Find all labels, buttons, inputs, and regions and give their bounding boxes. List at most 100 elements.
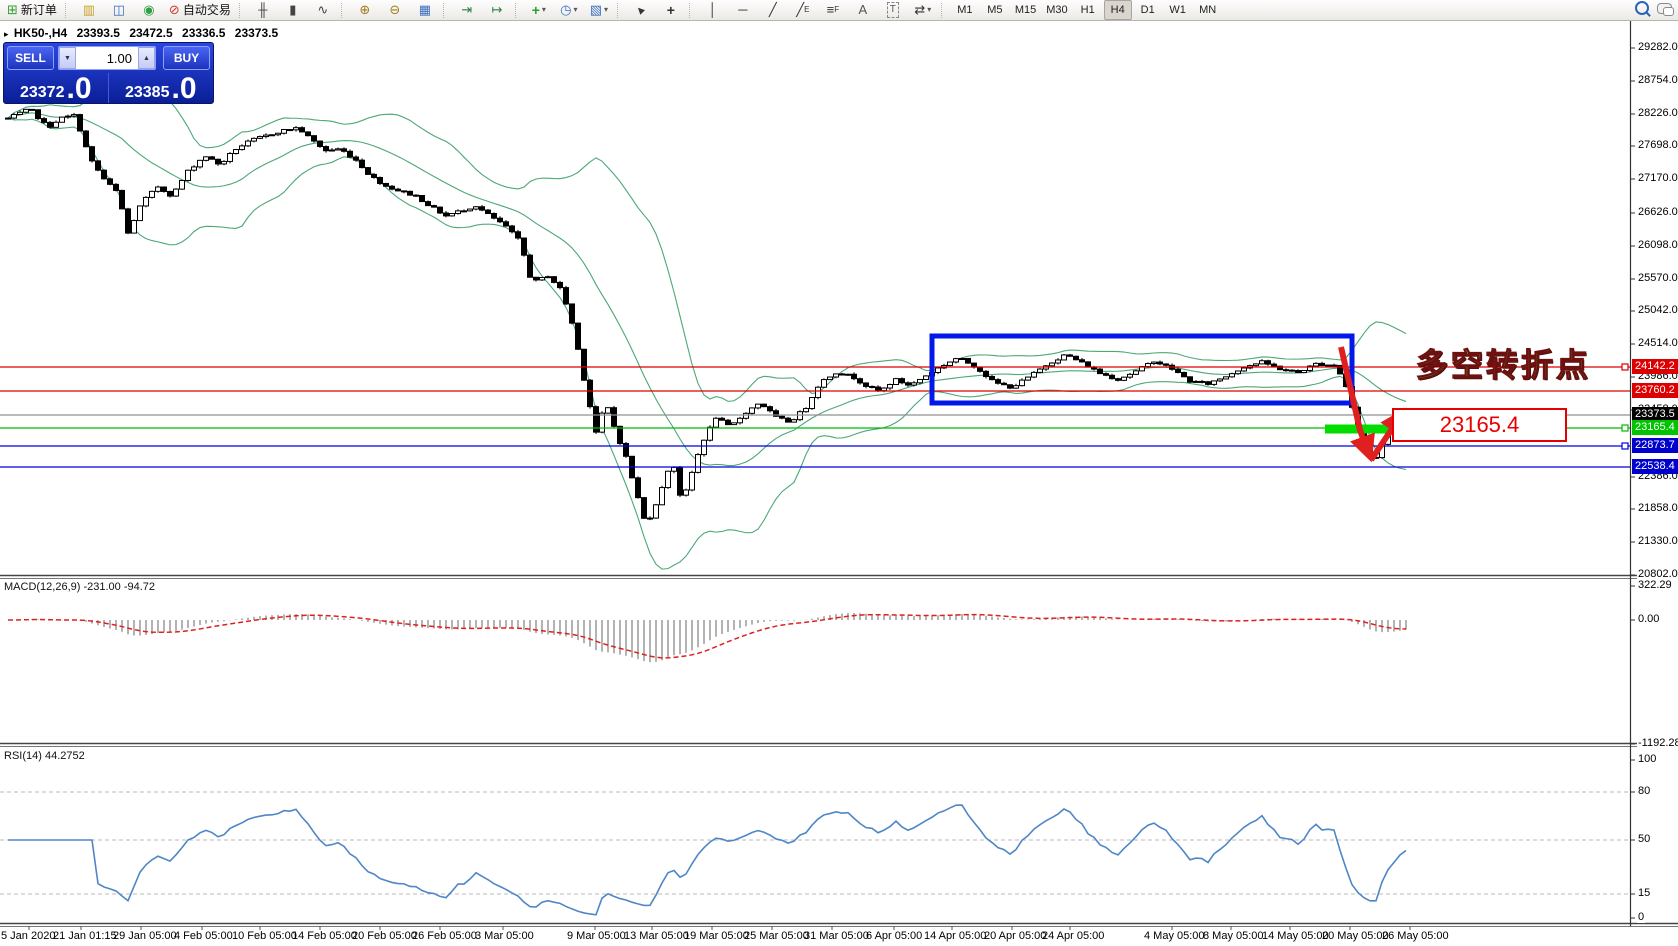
candle (1073, 355, 1079, 361)
timeframe-h4-button[interactable]: H4 (1103, 0, 1132, 20)
fibonacci-button[interactable]: ≡ F (819, 0, 847, 20)
rsi-axis-label: 100 (1637, 753, 1658, 765)
chat-icon (1657, 3, 1674, 16)
templates-button[interactable]: ▧ ▾ (585, 0, 613, 20)
timeframe-m15-button[interactable]: M15 (1011, 0, 1040, 20)
volume-increase-button[interactable]: ▲ (138, 47, 155, 69)
crosshair-button[interactable]: + (657, 0, 685, 20)
text-button[interactable]: A (849, 0, 877, 20)
trendline-button[interactable]: ╱ (759, 0, 787, 20)
time-axis-label: 5 Jan 2020 (1, 930, 56, 942)
toolbar-separator (940, 2, 947, 18)
candle (659, 487, 665, 506)
price-callout-23165[interactable]: 23165.4 (1392, 408, 1567, 442)
cursor-button[interactable]: ► (627, 0, 655, 20)
bar-chart-button[interactable]: ╫ (249, 0, 277, 20)
rsi-line (8, 804, 1407, 916)
candle (449, 213, 455, 217)
tile-windows-button[interactable]: ▦ (411, 0, 439, 20)
line-anchor-marker[interactable] (1621, 442, 1629, 450)
candle (1187, 376, 1193, 383)
price-axis-label: 28754.0 (1637, 74, 1678, 86)
candle (839, 373, 845, 376)
periods-button[interactable]: ◷ ▾ (555, 0, 583, 20)
text-icon: A (858, 2, 868, 17)
chart-canvas[interactable] (0, 0, 1678, 946)
candle (35, 109, 41, 120)
candlestick-chart-button[interactable]: ▮ (279, 0, 307, 20)
one-click-trading-panel: SELL ▼ 1.00 ▲ BUY 23372 .0 23385 .0 (3, 42, 214, 104)
timeframe-d1-button[interactable]: D1 (1134, 0, 1162, 20)
candle (1121, 376, 1127, 381)
hline-button[interactable]: ─ (729, 0, 757, 20)
toolbar-separator (616, 2, 623, 18)
time-axis-label: 14 Feb 05:00 (292, 930, 357, 942)
price-tag-23760.2[interactable]: 23760.2 (1632, 383, 1678, 398)
candle (815, 386, 821, 399)
toolbar-separator (238, 2, 245, 18)
chevron-down-icon: ▾ (927, 5, 932, 14)
autoscroll-icon: ↦ (491, 2, 503, 17)
sell-price[interactable]: 23372 .0 (4, 73, 109, 104)
buy-button[interactable]: BUY (163, 46, 210, 70)
shapes-button[interactable]: ⇄ ▾ (909, 0, 937, 20)
turning-point-annotation[interactable]: 多空转折点 (1415, 340, 1591, 386)
market-watch-button[interactable]: ◉ (135, 0, 163, 20)
buy-price[interactable]: 23385 .0 (109, 73, 214, 104)
candle (329, 149, 335, 152)
zoom-out-button[interactable]: ⊖ (381, 0, 409, 20)
price-tag-23165.4[interactable]: 23165.4 (1632, 420, 1678, 435)
line-chart-button[interactable]: ∿ (309, 0, 337, 20)
price-axis-label: 21330.0 (1637, 535, 1678, 547)
symbol-marker-icon: ▸ (4, 29, 9, 39)
sell-button[interactable]: SELL (7, 46, 54, 70)
autotrading-button[interactable]: ⊘ 自动交易 (165, 0, 235, 20)
price-tag-22538.4[interactable]: 22538.4 (1632, 459, 1678, 474)
candle (59, 116, 65, 123)
price-axis-label: 26098.0 (1637, 239, 1678, 251)
channel-button[interactable]: ╱ E (789, 0, 817, 20)
candle (323, 146, 329, 152)
price-tag-22873.7[interactable]: 22873.7 (1632, 438, 1678, 453)
candle (437, 206, 443, 214)
candle (989, 376, 995, 381)
time-axis-label: 13 Mar 05:00 (624, 930, 689, 942)
new-order-button[interactable]: ⊞ 新订单 (3, 0, 61, 20)
price-tag-24142.2[interactable]: 24142.2 (1632, 359, 1678, 374)
candle (293, 127, 299, 131)
timeframe-h1-button[interactable]: H1 (1074, 0, 1102, 20)
candle (581, 348, 587, 381)
zoom-in-button[interactable]: ⊕ (351, 0, 379, 20)
candle (695, 454, 701, 473)
indicators-button[interactable]: + ▾ (525, 0, 553, 20)
rsi-axis-label: 80 (1637, 785, 1652, 797)
search-button[interactable] (1635, 0, 1649, 20)
mt4-terminal: { "toolbar": { "items": [ {"name":"new-o… (0, 0, 1678, 946)
candle (653, 504, 659, 519)
new-order-button-label: 新订单 (20, 3, 57, 17)
autoscroll-button[interactable]: ↦ (483, 0, 511, 20)
timeframe-w1-button[interactable]: W1 (1164, 0, 1192, 20)
line-anchor-marker[interactable] (1621, 363, 1629, 371)
timeframe-m1-button[interactable]: M1 (951, 0, 979, 20)
chat-button[interactable] (1657, 1, 1674, 19)
shift-chart-button[interactable]: ⇥ (453, 0, 481, 20)
profiles-button[interactable]: ◫ (105, 0, 133, 20)
timeframe-mn-button[interactable]: MN (1194, 0, 1222, 20)
volume-input[interactable]: 1.00 (76, 51, 138, 66)
new-chart-button[interactable]: ▥ (75, 0, 103, 20)
chevron-down-icon: ▾ (541, 5, 546, 14)
candle (143, 196, 149, 207)
shapes-icon: ⇄ (914, 2, 926, 17)
volume-decrease-button[interactable]: ▼ (59, 47, 76, 69)
candle (65, 115, 71, 118)
timeframe-m5-button[interactable]: M5 (981, 0, 1009, 20)
candle (911, 382, 917, 386)
vline-button[interactable]: │ (699, 0, 727, 20)
label-button[interactable]: T (879, 0, 907, 20)
timeframe-m30-button[interactable]: M30 (1042, 0, 1071, 20)
time-axis-label: 31 Mar 05:00 (804, 930, 869, 942)
line-anchor-marker[interactable] (1621, 424, 1629, 432)
toolbar-separator (442, 2, 449, 18)
new-order-icon: ⊞ (7, 2, 18, 17)
